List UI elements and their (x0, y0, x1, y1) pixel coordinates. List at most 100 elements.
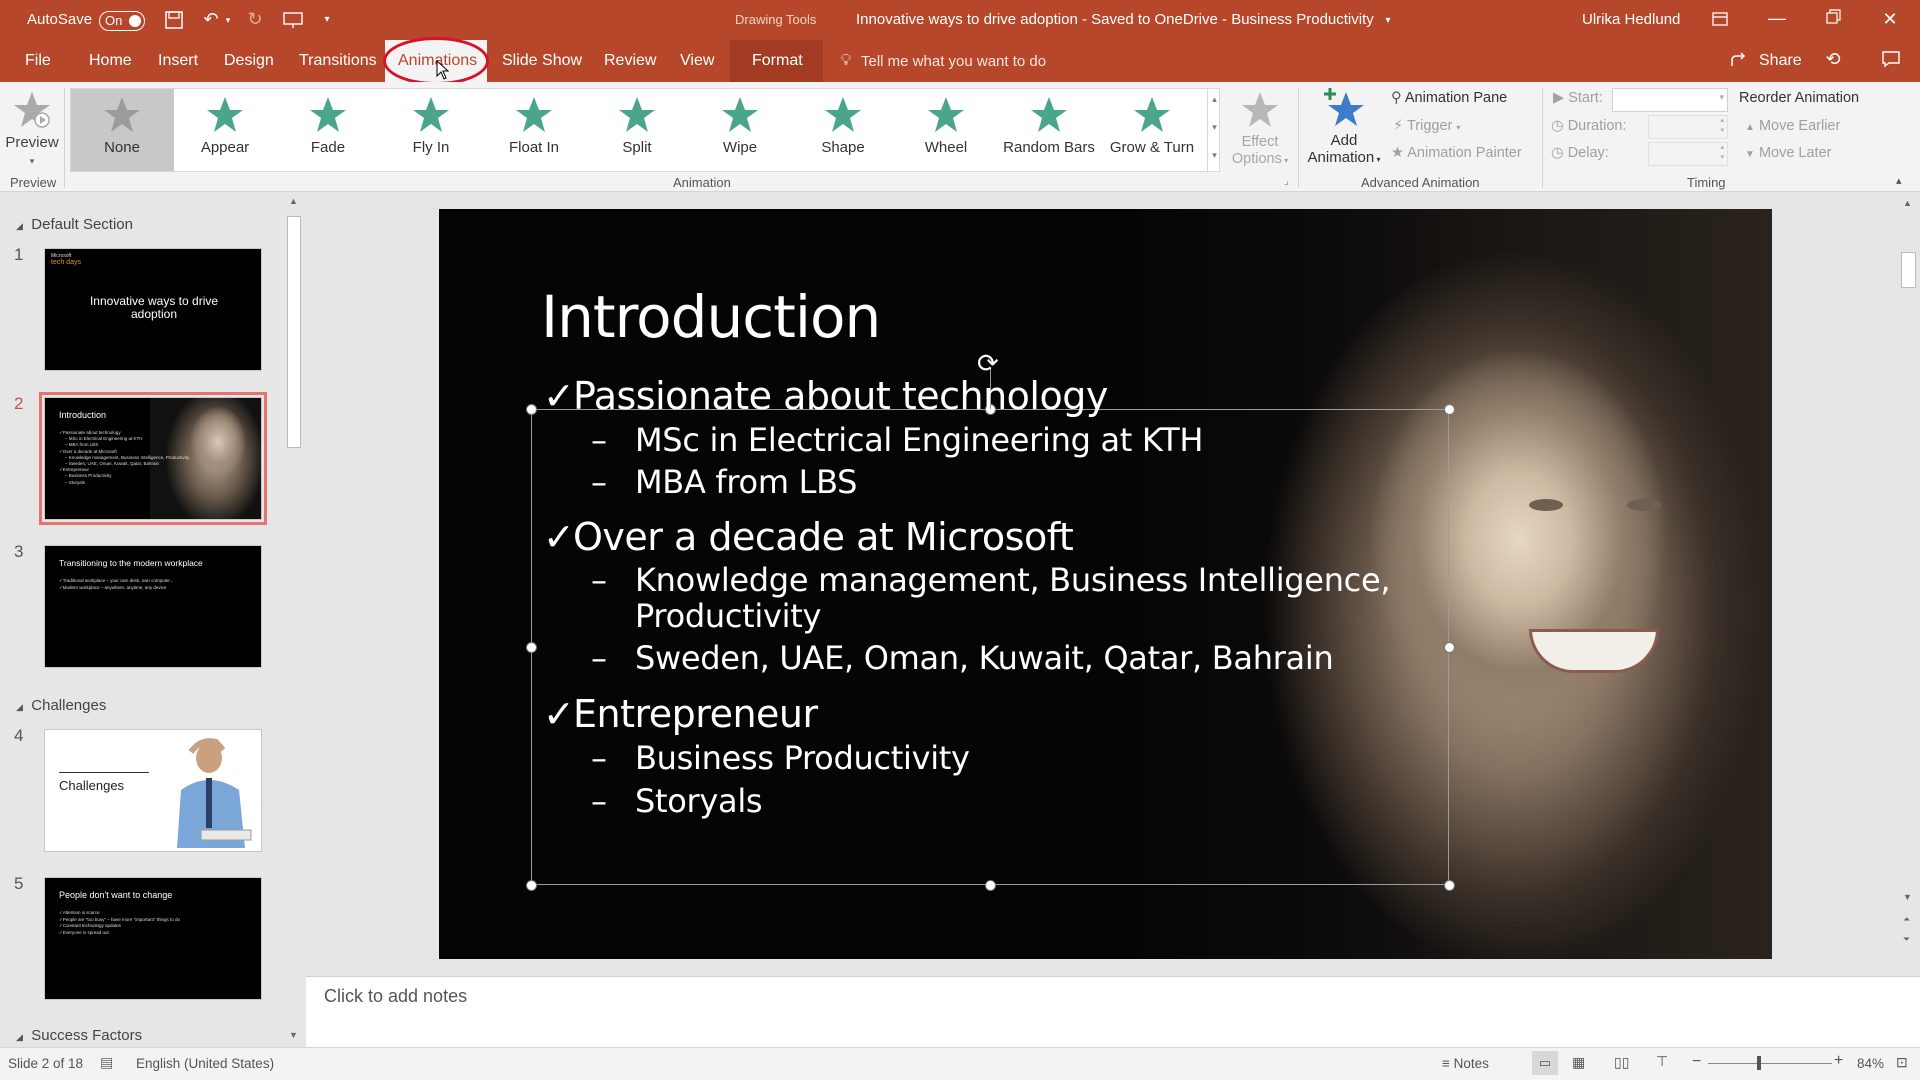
effect-options-button[interactable]: Effect Options ▾ (1226, 88, 1294, 172)
animation-random-bars[interactable]: Random Bars (999, 90, 1099, 166)
animation-shape[interactable]: Shape (793, 90, 893, 166)
section-default[interactable]: ◢ Default Section (16, 216, 133, 233)
bullet-level-1[interactable]: ✓Passionate about technology (543, 374, 1108, 418)
thumbnail-scrollbar[interactable]: ▲ ▼ (285, 192, 303, 1047)
start-slideshow-icon[interactable] (281, 10, 305, 34)
gallery-more-icon[interactable]: ▾ (1208, 148, 1221, 162)
tab-file[interactable]: File (25, 52, 51, 70)
animation-pane-button[interactable]: ⚲ Animation Pane (1391, 90, 1507, 106)
save-icon[interactable] (163, 10, 185, 34)
slide-canvas[interactable]: Introduction ⟳ ✓Passionate about technol… (439, 209, 1772, 959)
animation-fade[interactable]: Fade (278, 90, 378, 166)
animation-wheel[interactable]: Wheel (896, 90, 996, 166)
section-collapse-icon[interactable]: ◢ (16, 702, 23, 712)
resize-handle[interactable] (1444, 642, 1455, 653)
share-icon[interactable] (1728, 51, 1750, 73)
previous-slide-icon[interactable]: ⏶ (1903, 914, 1910, 925)
zoom-slider[interactable] (1708, 1063, 1832, 1064)
undo-icon[interactable]: ↶ (200, 9, 222, 29)
user-name[interactable]: Ulrika Hedlund (1582, 11, 1680, 28)
zoom-level[interactable]: 84% (1857, 1056, 1884, 1071)
normal-view-icon[interactable]: ▭ (1532, 1051, 1558, 1075)
slide-thumbnail-5[interactable]: People don't want to change ✓Attention i… (44, 877, 262, 1000)
zoom-out-icon[interactable]: − (1692, 1053, 1701, 1071)
animation-dialog-launcher-icon[interactable]: ⌟ (1284, 176, 1289, 187)
reading-view-icon[interactable]: ▯▯ (1614, 1054, 1629, 1071)
notes-toggle[interactable]: ≡ Notes (1442, 1056, 1489, 1071)
lightbulb-icon[interactable]: 💡︎ (838, 51, 854, 71)
zoom-in-icon[interactable]: + (1834, 1052, 1843, 1070)
bullet-level-2[interactable]: – Storyals (591, 782, 763, 820)
resize-handle[interactable] (1444, 404, 1455, 415)
zoom-slider-thumb[interactable] (1757, 1056, 1761, 1070)
document-title[interactable]: Innovative ways to drive adoption - Save… (856, 11, 1374, 28)
resize-handle[interactable] (985, 880, 996, 891)
tab-review[interactable]: Review (604, 52, 656, 70)
gallery-scroll-up-icon[interactable]: ▴ (1208, 92, 1221, 106)
activity-history-icon[interactable]: ⟲ (1822, 49, 1844, 69)
autosave-toggle[interactable]: On (99, 11, 145, 31)
slideshow-view-icon[interactable]: ⊤ (1656, 1053, 1668, 1070)
fit-to-window-icon[interactable]: ⊡ (1896, 1054, 1908, 1071)
spell-check-icon[interactable]: ▤ (100, 1054, 113, 1071)
animation-none[interactable]: None (72, 90, 172, 166)
bullet-level-2[interactable]: Productivity (591, 597, 821, 635)
section-collapse-icon[interactable]: ◢ (16, 1032, 23, 1042)
scroll-down-icon[interactable]: ▼ (289, 1030, 298, 1040)
add-animation-button[interactable]: Add Animation ▾ (1302, 86, 1386, 172)
tab-slide-show[interactable]: Slide Show (502, 52, 582, 70)
duration-spinner[interactable]: ▴ ▾ (1648, 115, 1728, 139)
gallery-scroll-down-icon[interactable]: ▾ (1208, 120, 1221, 134)
animation-split[interactable]: Split (587, 90, 687, 166)
share-button[interactable]: Share (1759, 52, 1802, 70)
scroll-down-icon[interactable]: ▼ (1903, 892, 1912, 902)
bullet-level-1[interactable]: ✓Over a decade at Microsoft (543, 515, 1074, 559)
slide-scrollbar[interactable]: ▲ ▼ ⏶ ⏷ (1898, 192, 1918, 976)
notes-placeholder[interactable]: Click to add notes (324, 986, 467, 1007)
bullet-level-2[interactable]: – Sweden, UAE, Oman, Kuwait, Qatar, Bahra… (591, 639, 1334, 677)
tab-view[interactable]: View (680, 52, 714, 70)
resize-handle[interactable] (526, 404, 537, 415)
preview-button[interactable]: Preview ▾ (4, 88, 60, 166)
slide-thumbnail-2[interactable]: Introduction ✓Passionate about technolog… (39, 392, 267, 525)
tab-home[interactable]: Home (89, 52, 132, 70)
resize-handle[interactable] (526, 880, 537, 891)
tab-format[interactable]: Format (752, 52, 803, 70)
scroll-thumb[interactable] (287, 216, 301, 448)
slide-sorter-icon[interactable]: ▦ (1572, 1054, 1585, 1071)
bullet-level-1[interactable]: ✓Entrepreneur (543, 692, 818, 736)
scroll-up-icon[interactable]: ▲ (1903, 198, 1912, 208)
close-icon[interactable]: ✕ (1881, 9, 1899, 29)
bullet-level-2[interactable]: – Knowledge management, Business Intellig… (591, 561, 1391, 599)
section-success-factors[interactable]: ◢ Success Factors (16, 1027, 142, 1044)
trigger-button[interactable]: ⚡︎ Trigger ▾ (1393, 118, 1460, 134)
animation-fly-in[interactable]: Fly In (381, 90, 481, 166)
customize-qat-icon[interactable]: ▾ (320, 10, 334, 30)
animation-appear[interactable]: Appear (175, 90, 275, 166)
redo-icon[interactable]: ↻ (244, 9, 266, 29)
tab-design[interactable]: Design (224, 52, 274, 70)
comments-icon[interactable] (1880, 50, 1902, 72)
animation-painter-button[interactable]: ★ Animation Painter (1391, 145, 1522, 161)
slide-thumbnail-4[interactable]: Challenges (44, 729, 262, 852)
animation-wipe[interactable]: Wipe (690, 90, 790, 166)
animation-float-in[interactable]: Float In (484, 90, 584, 166)
slide-title[interactable]: Introduction (541, 283, 881, 351)
section-collapse-icon[interactable]: ◢ (16, 221, 23, 231)
tab-transitions[interactable]: Transitions (299, 52, 377, 70)
undo-dropdown-icon[interactable]: ▾ (222, 10, 234, 30)
section-challenges[interactable]: ◢ Challenges (16, 697, 106, 714)
start-dropdown[interactable]: ▾ (1612, 88, 1728, 112)
gallery-scrollbar[interactable]: ▴ ▾ ▾ (1207, 88, 1221, 172)
slide-thumbnail-3[interactable]: Transitioning to the modern workplace ✓T… (44, 545, 262, 668)
slide-thumbnail-1[interactable]: Microsoft tech days Innovative ways to d… (44, 248, 262, 371)
animation-grow-turn[interactable]: Grow & Turn (1102, 90, 1202, 166)
notes-pane[interactable]: Click to add notes (306, 976, 1920, 1047)
tab-insert[interactable]: Insert (158, 52, 198, 70)
title-dropdown-icon[interactable]: ▾ (1381, 11, 1395, 31)
resize-handle[interactable] (526, 642, 537, 653)
move-later-button[interactable]: ▼ Move Later (1745, 145, 1831, 161)
minimize-icon[interactable]: — (1768, 8, 1786, 28)
delay-spinner[interactable]: ▴ ▾ (1648, 142, 1728, 166)
ribbon-display-options-icon[interactable] (1710, 10, 1730, 32)
